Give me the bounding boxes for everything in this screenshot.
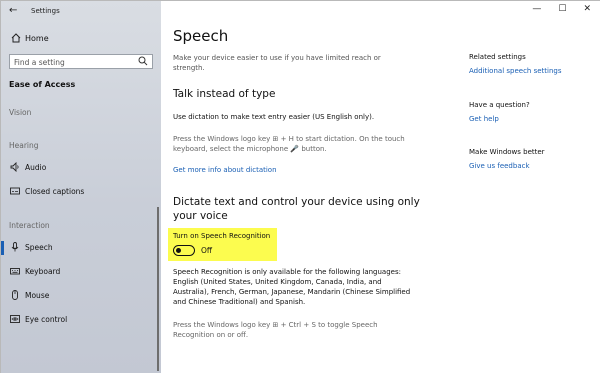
sidebar-item-speech[interactable]: Speech <box>1 239 161 257</box>
make-windows-better-title: Make Windows better <box>469 148 545 156</box>
speech-recognition-label: Turn on Speech Recognition <box>173 232 271 240</box>
sidebar-item-label: Speech <box>25 243 53 252</box>
settings-window: ← Settings Home Find a setting Ease of A… <box>0 0 600 373</box>
languages-line2: English (United States, United Kingdom, … <box>173 278 382 286</box>
dictation-heading: Talk instead of type <box>173 88 276 100</box>
dictation-description: Use dictation to make text entry easier … <box>173 113 375 121</box>
shortcut-line1: Press the Windows logo key ⊞ + Ctrl + S … <box>173 321 378 329</box>
voice-heading-line1: Dictate text and control your device usi… <box>173 196 420 208</box>
related-settings-title: Related settings <box>469 53 526 61</box>
toggle-knob <box>176 247 181 253</box>
back-arrow-icon[interactable]: ← <box>9 5 17 16</box>
app-title: Settings <box>31 7 60 15</box>
question-title: Have a question? <box>469 101 530 109</box>
nav-home[interactable]: Home <box>1 29 161 49</box>
window-controls: — ☐ ✕ <box>532 4 591 14</box>
intro-text: Make your device easier to use if you ha… <box>173 54 381 72</box>
maximize-button[interactable]: ☐ <box>558 4 566 14</box>
shortcut-line2: Recognition on or off. <box>173 331 249 339</box>
keyboard-icon <box>10 266 20 276</box>
sidebar: ← Settings Home Find a setting Ease of A… <box>1 1 161 373</box>
mouse-icon <box>10 290 20 300</box>
search-input[interactable]: Find a setting <box>9 54 153 69</box>
languages-line4: and Chinese Traditional) and Spanish. <box>173 298 306 306</box>
dictation-info-link[interactable]: Get more info about dictation <box>173 166 277 174</box>
speaker-icon <box>10 161 20 173</box>
sidebar-item-mouse[interactable]: Mouse <box>1 287 161 305</box>
sidebar-item-audio[interactable]: Audio <box>1 159 161 177</box>
give-feedback-link[interactable]: Give us feedback <box>469 162 530 170</box>
title-bar: ← Settings <box>1 1 161 21</box>
voice-heading-line2: your voice <box>173 210 228 222</box>
additional-speech-settings-link[interactable]: Additional speech settings <box>469 67 562 75</box>
eye-icon <box>10 314 20 324</box>
section-hearing: Hearing <box>9 141 39 150</box>
sidebar-item-label: Closed captions <box>25 187 85 196</box>
minimize-button[interactable]: — <box>532 4 541 14</box>
sidebar-item-eye-control[interactable]: Eye control <box>1 311 161 329</box>
home-label: Home <box>25 34 49 43</box>
main-content: — ☐ ✕ Speech Make your device easier to … <box>161 1 600 373</box>
dictation-hint-line1: Press the Windows logo key ⊞ + H to star… <box>173 135 405 143</box>
captions-icon <box>10 186 20 196</box>
sidebar-item-closed-captions[interactable]: Closed captions <box>1 183 161 201</box>
search-icon[interactable] <box>138 56 148 68</box>
sidebar-item-label: Audio <box>25 163 47 172</box>
speech-recognition-toggle[interactable] <box>173 245 195 256</box>
sidebar-item-keyboard[interactable]: Keyboard <box>1 263 161 281</box>
page-title: Speech <box>173 27 229 45</box>
sidebar-scrollbar[interactable] <box>157 207 159 371</box>
section-interaction: Interaction <box>9 221 50 230</box>
languages-line1: Speech Recognition is only available for… <box>173 268 401 276</box>
search-placeholder: Find a setting <box>14 58 65 67</box>
sidebar-item-label: Mouse <box>25 291 50 300</box>
languages-line3: Australia), French, German, Japanese, Ma… <box>173 288 411 296</box>
sidebar-item-label: Keyboard <box>25 267 61 276</box>
sidebar-item-label: Eye control <box>25 315 68 324</box>
close-button[interactable]: ✕ <box>583 4 591 14</box>
dictation-hint-line2: keyboard, select the microphone 🎤 button… <box>173 145 327 153</box>
toggle-state-text: Off <box>201 246 213 255</box>
section-vision: Vision <box>9 108 32 117</box>
microphone-icon <box>10 242 20 252</box>
get-help-link[interactable]: Get help <box>469 115 499 123</box>
home-icon <box>11 33 21 45</box>
category-title: Ease of Access <box>9 80 76 89</box>
